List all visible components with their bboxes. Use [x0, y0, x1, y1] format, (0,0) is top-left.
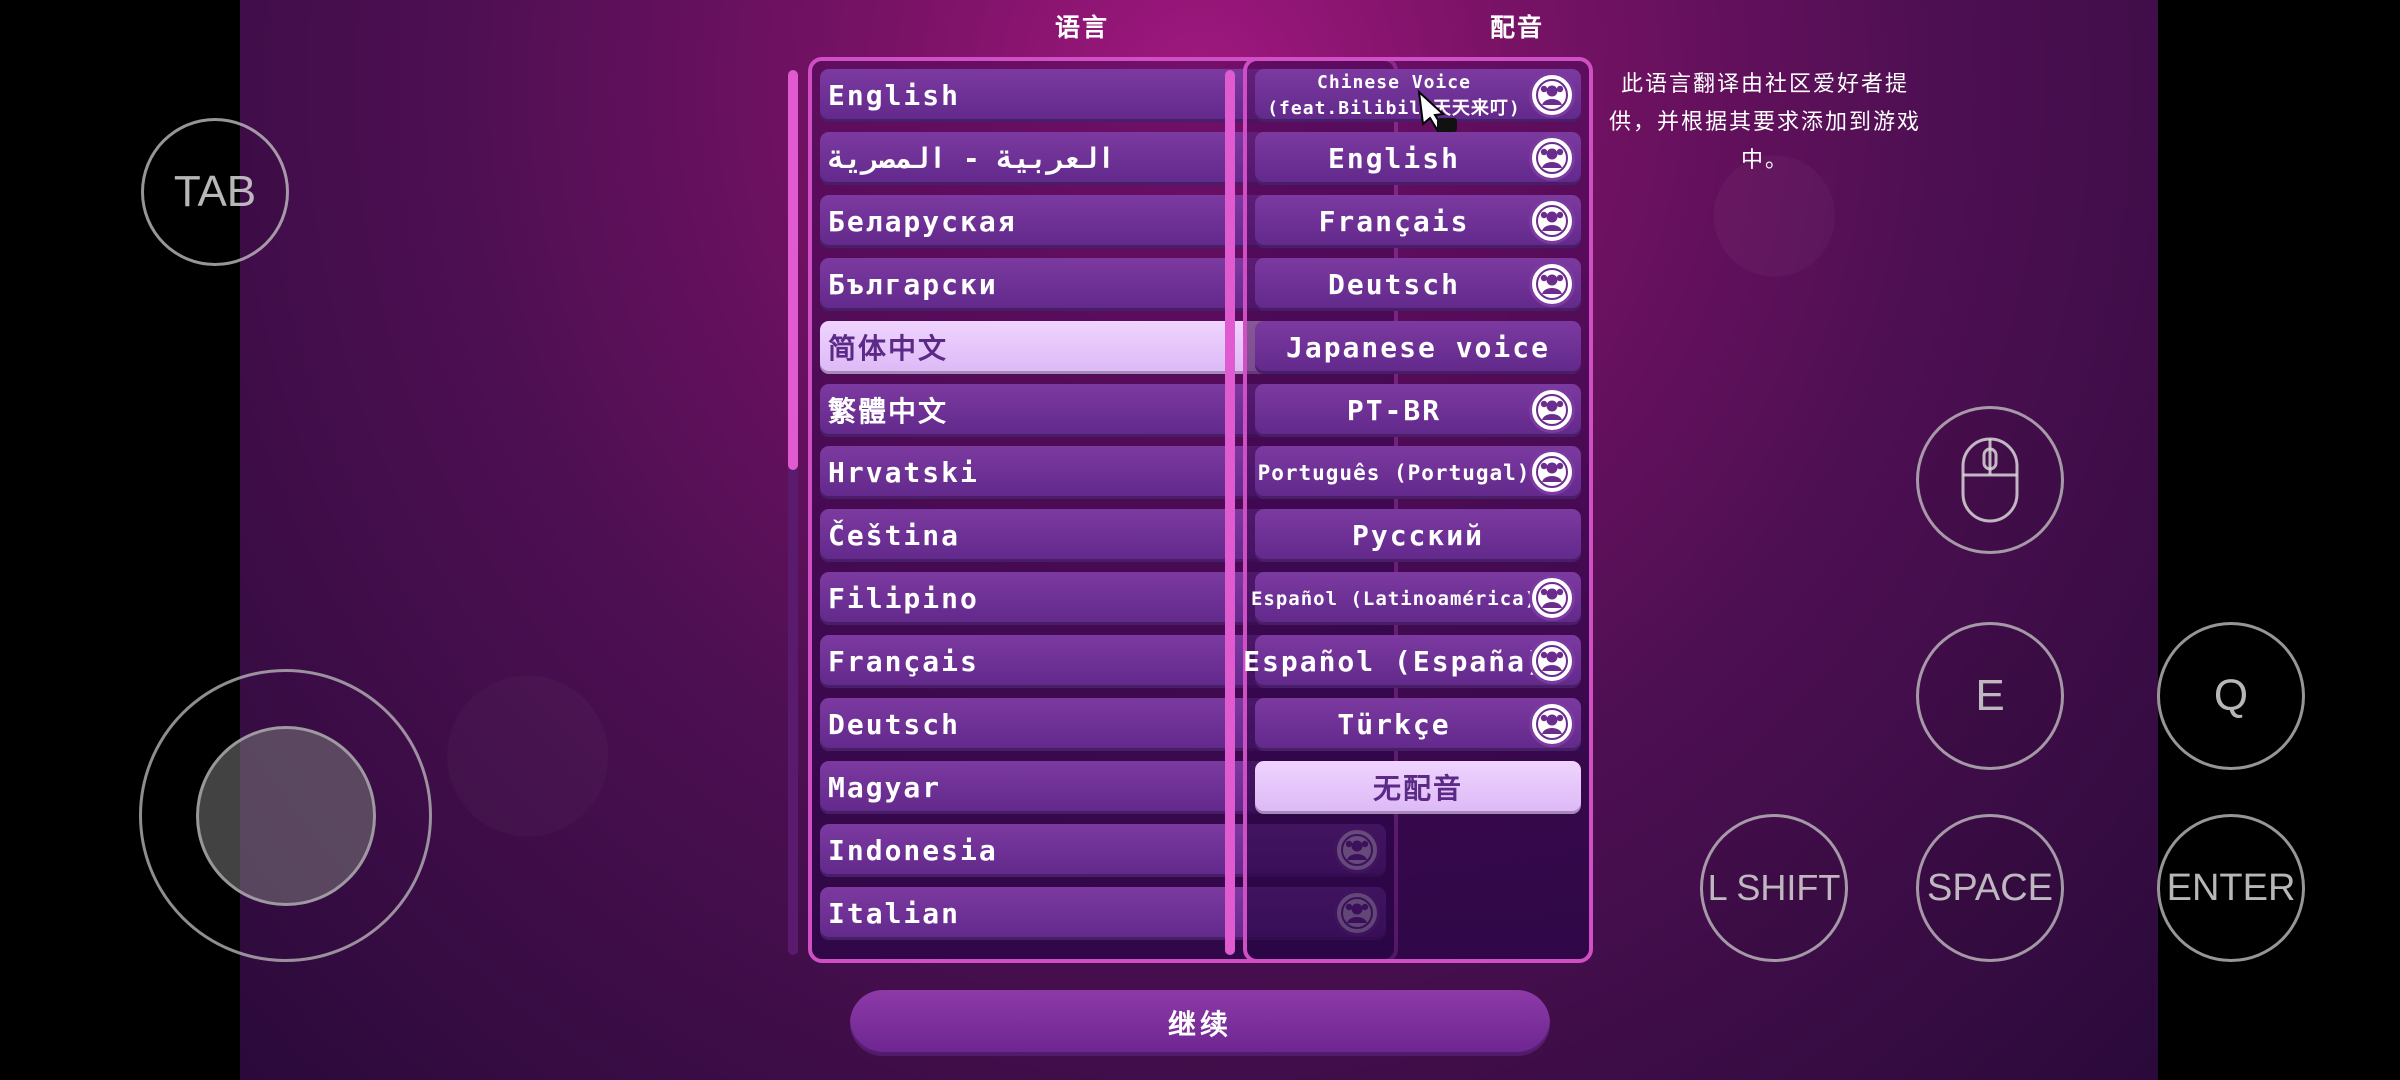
community-translation-icon — [1536, 582, 1568, 615]
voice-option[interactable]: Español (Latinoamérica) — [1251, 572, 1581, 626]
language-scrollbar-thumb[interactable] — [788, 70, 798, 470]
voice-option-label: Español (España) — [1243, 645, 1545, 679]
language-option-label: العربية - المصرية — [828, 141, 1115, 175]
community-badge — [1529, 72, 1575, 118]
community-badge — [1529, 575, 1575, 622]
language-option-label: Čeština — [828, 519, 961, 553]
community-badge — [1529, 638, 1575, 685]
voice-option[interactable]: Português (Portugal) — [1255, 446, 1581, 500]
community-badge — [1529, 701, 1575, 747]
voice-option[interactable]: Español (España) — [1243, 635, 1581, 689]
community-badge — [1529, 386, 1575, 433]
voice-option-label-line1: Chinese Voice — [1317, 71, 1471, 93]
voice-option-label: English — [1327, 141, 1460, 175]
game-screen: 语言 配音 English العربية - المصرية Беларуская… — [240, 0, 2158, 1080]
community-badge — [1529, 197, 1575, 244]
voice-option[interactable]: PT-BR — [1255, 383, 1581, 437]
language-option-label: English — [828, 79, 961, 112]
community-badge — [1529, 449, 1575, 496]
voice-option[interactable]: Türkçe — [1255, 698, 1581, 751]
community-translation-icon — [1536, 393, 1568, 426]
language-option-label: Deutsch — [828, 708, 961, 741]
hand-cursor-icon — [1417, 89, 1457, 133]
voice-option-label: Chinese Voice (feat.Bilibili天天来叮) — [1267, 70, 1521, 122]
community-translation-icon — [1536, 456, 1568, 489]
space-key-button[interactable]: SPACE — [1916, 814, 2064, 962]
voice-option-label: PT-BR — [1346, 393, 1442, 427]
voice-option[interactable]: Русский — [1255, 509, 1581, 563]
language-option-label: Filipino — [828, 582, 979, 616]
continue-button[interactable]: 继续 — [850, 990, 1550, 1056]
joystick-thumb[interactable] — [196, 726, 376, 906]
voice-option[interactable]: Français — [1255, 194, 1581, 248]
language-option-label: Italian — [828, 896, 961, 930]
language-scrollbar[interactable] — [788, 70, 798, 955]
voice-option[interactable]: English — [1255, 131, 1581, 185]
community-badge — [1529, 134, 1575, 181]
language-option-label: Français — [828, 645, 979, 679]
community-badge — [1529, 260, 1575, 307]
community-translation-icon — [1536, 708, 1568, 740]
voice-option-label: Português (Portugal) — [1257, 460, 1531, 485]
enter-key-button[interactable]: ENTER — [2157, 814, 2305, 962]
language-option-label: Magyar — [828, 770, 942, 804]
voice-scrollbar[interactable] — [1225, 70, 1235, 955]
translation-note: 此语言翻译由社区爱好者提供，并根据其要求添加到游戏中。 — [1608, 72, 1921, 173]
voice-option-label: Français — [1318, 204, 1470, 238]
voice-option[interactable]: Japanese voice — [1255, 320, 1581, 374]
q-key-button[interactable]: Q — [2157, 622, 2305, 770]
community-translation-icon — [1536, 267, 1568, 300]
community-translation-icon — [1536, 141, 1568, 174]
voice-option[interactable]: Deutsch — [1255, 257, 1581, 311]
community-translation-icon — [1536, 79, 1568, 111]
language-option-label: 繁體中文 — [828, 395, 949, 428]
mouse-icon — [1961, 437, 2019, 523]
voice-option-label: Japanese voice — [1285, 330, 1550, 364]
tab-key-button[interactable]: TAB — [141, 118, 289, 266]
community-translation-icon — [1536, 204, 1568, 237]
language-option-label: 简体中文 — [828, 332, 949, 366]
voice-option-label: Deutsch — [1327, 267, 1460, 301]
voice-scrollbar-thumb[interactable] — [1225, 70, 1235, 955]
community-translation-icon — [1536, 645, 1568, 678]
voice-option[interactable]: 无配音 — [1255, 760, 1581, 814]
e-key-button[interactable]: E — [1916, 622, 2064, 770]
language-option-label: Hrvatski — [828, 456, 979, 490]
voice-column-header: 配音 — [1489, 13, 1544, 42]
language-column-header: 语言 — [1054, 13, 1109, 42]
voice-option-label-line2: (feat.Bilibili天天来叮) — [1267, 97, 1521, 119]
language-option-label: Indonesia — [828, 833, 998, 867]
language-option-label: Български — [828, 267, 998, 301]
voice-option-label: 无配音 — [1372, 772, 1463, 806]
language-option-label: Беларуская — [828, 204, 1017, 238]
lshift-key-button[interactable]: L SHIFT — [1700, 814, 1848, 962]
voice-option-label: Español (Latinoamérica) — [1250, 587, 1538, 610]
mouse-toggle-button[interactable] — [1916, 406, 2064, 554]
voice-option-label: Русский — [1351, 519, 1484, 553]
voice-panel: Chinese Voice (feat.Bilibili天天来叮) English F… — [1243, 57, 1593, 963]
voice-option-label: Türkçe — [1337, 708, 1451, 741]
